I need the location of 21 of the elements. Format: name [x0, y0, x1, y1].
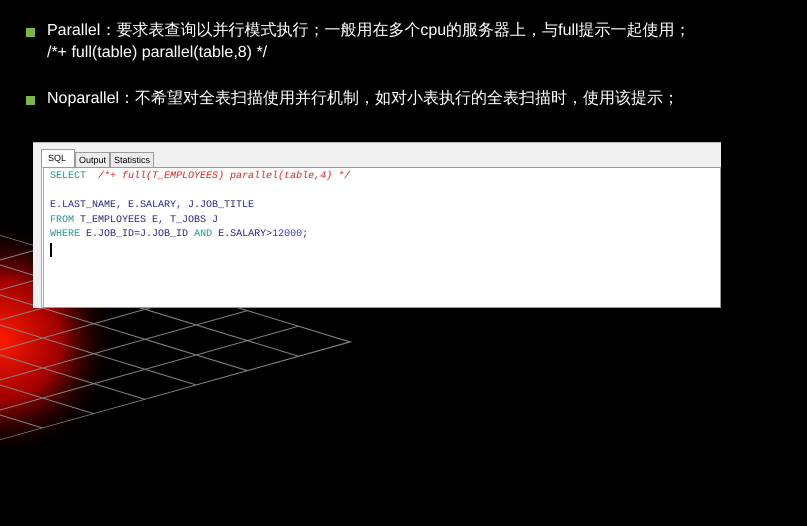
- bullet-square-icon: [26, 28, 35, 37]
- code-token: SELECT: [50, 171, 86, 182]
- text-cursor: [50, 242, 52, 256]
- bullet-square-icon: [26, 96, 35, 105]
- code-token: WHERE: [50, 229, 80, 240]
- hint-example: /*+ full(table) parallel(table,8) */: [47, 43, 268, 63]
- code-area[interactable]: SELECT /*+ full(T_EMPLOYEES) parallel(table,4) */ E.LAST_NAME, E.SALARY, J.JOB_TITLE FROM T_EMPLOYEES E, T_JOBS J WHERE E.JOB_ID=J.JOB_ID AND E.SALARY>12000;: [41, 167, 721, 308]
- code-token: E.LAST_NAME, E.SALARY, J.JOB_TITLE: [50, 200, 254, 211]
- code-token: /*+ full(T_EMPLOYEES) parallel(table,4) */: [98, 171, 350, 182]
- code-token: 12000: [272, 229, 302, 240]
- code-token: FROM: [50, 214, 74, 226]
- code-token: E.JOB_ID=J.JOB_ID: [86, 229, 188, 240]
- bullet-text: Noparallel：不希望对全表扫描使用并行机制，如对小表执行的全表扫描时，使用该提示；: [47, 88, 680, 109]
- code-token: AND: [194, 229, 212, 240]
- code-token: E.SALARY>: [218, 229, 272, 240]
- editor-tab[interactable]: Output: [75, 152, 110, 167]
- code-token: T_EMPLOYEES E, T_JOBS J: [80, 214, 218, 226]
- bullet-text: Parallel：要求表查询以并行模式执行；一般用在多个cpu的服务器上，与full提示一起使用；: [47, 20, 691, 41]
- code-token: ;: [302, 229, 308, 240]
- editor-tab[interactable]: SQL: [41, 149, 76, 167]
- editor-tab[interactable]: Statistics: [110, 152, 154, 167]
